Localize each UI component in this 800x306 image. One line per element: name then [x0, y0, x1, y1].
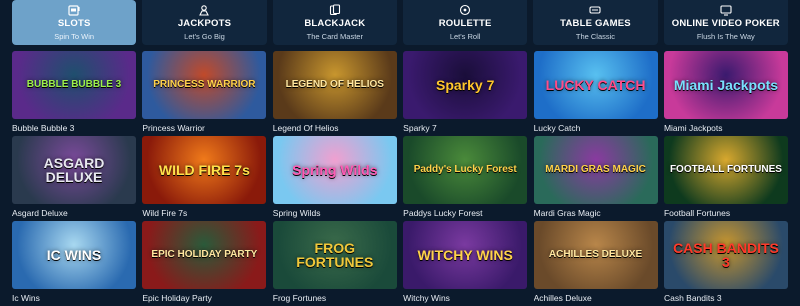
- game-logo: WITCHY WINS: [417, 247, 513, 263]
- game-thumbnail[interactable]: IC WINS: [12, 221, 136, 289]
- tab-subtitle: Flush Is The Way: [696, 32, 755, 41]
- game-card-frog-fortunes[interactable]: FROG FORTUNES Frog Fortunes: [272, 221, 397, 306]
- game-title: Bubble Bubble 3: [12, 123, 75, 133]
- game-card-football-fortunes[interactable]: FOOTBALL FORTUNES Football Fortunes: [663, 136, 788, 221]
- tab-label: Online Video Poker: [671, 18, 780, 29]
- game-logo: BUBBLE BUBBLE 3: [26, 79, 122, 90]
- game-logo: CASH BANDITS 3: [673, 240, 779, 270]
- table-icon: [589, 3, 602, 16]
- category-tabs: Slots Spin To Win Jackpots Let's Go Big Blac…: [12, 0, 788, 45]
- tab-label: Table Games: [560, 18, 631, 29]
- game-thumbnail[interactable]: WILD FIRE 7s: [142, 136, 267, 204]
- game-logo: Miami Jackpots: [673, 77, 779, 93]
- tab-roulette[interactable]: Roulette Let's Roll: [402, 0, 528, 45]
- game-card-epic-holiday-party[interactable]: EPIC HOLIDAY PARTY Epic Holiday Party: [142, 221, 267, 306]
- game-title: Lucky Catch: [533, 123, 581, 133]
- tab-subtitle: Spin To Win: [54, 32, 95, 41]
- game-card-miami-jackpots[interactable]: Miami Jackpots Miami Jackpots: [663, 51, 788, 136]
- roulette-icon: [459, 3, 472, 16]
- tab-jackpots[interactable]: Jackpots Let's Go Big: [142, 0, 267, 45]
- jackpot-icon: [198, 3, 211, 16]
- game-title: Ic Wins: [12, 293, 40, 303]
- game-logo: Paddy's Lucky Forest: [413, 164, 517, 175]
- game-logo: PRINCESS WARRIOR: [153, 79, 256, 90]
- game-logo: Spring Wilds: [292, 162, 378, 178]
- game-logo: ASGARD DELUXE: [43, 155, 105, 185]
- game-title: Miami Jackpots: [663, 123, 723, 133]
- game-thumbnail[interactable]: CASH BANDITS 3: [663, 221, 788, 289]
- game-title: Mardi Gras Magic: [533, 208, 601, 218]
- game-card-cash-bandits-3[interactable]: CASH BANDITS 3 Cash Bandits 3: [663, 221, 788, 306]
- game-logo: LUCKY CATCH: [545, 77, 646, 93]
- game-thumbnail[interactable]: FROG FORTUNES: [272, 221, 397, 289]
- game-title: Princess Warrior: [142, 123, 205, 133]
- game-thumbnail[interactable]: MARDI GRAS MAGIC: [533, 136, 658, 204]
- game-thumbnail[interactable]: ASGARD DELUXE: [12, 136, 136, 204]
- tab-blackjack[interactable]: Blackjack The Card Master: [272, 0, 397, 45]
- game-thumbnail[interactable]: LUCKY CATCH: [533, 51, 658, 119]
- tab-table-games[interactable]: Table Games The Classic: [533, 0, 658, 45]
- games-grid: BUBBLE BUBBLE 3 Bubble Bubble 3 PRINCESS W…: [12, 51, 788, 306]
- game-title: Frog Fortunes: [272, 293, 327, 303]
- game-title: Wild Fire 7s: [142, 208, 188, 218]
- game-card-legend-of-helios[interactable]: LEGEND OF HELIOS Legend Of Helios: [272, 51, 397, 136]
- game-thumbnail[interactable]: FOOTBALL FORTUNES: [663, 136, 788, 204]
- game-card-bubble-bubble-3[interactable]: BUBBLE BUBBLE 3 Bubble Bubble 3: [12, 51, 136, 136]
- game-logo: LEGEND OF HELIOS: [285, 79, 384, 90]
- game-title: Achilles Deluxe: [533, 293, 592, 303]
- game-logo: EPIC HOLIDAY PARTY: [151, 249, 258, 260]
- game-thumbnail[interactable]: ACHILLES DELUXE: [533, 221, 658, 289]
- game-logo: IC WINS: [46, 247, 102, 263]
- game-thumbnail[interactable]: EPIC HOLIDAY PARTY: [142, 221, 267, 289]
- game-thumbnail[interactable]: LEGEND OF HELIOS: [272, 51, 397, 119]
- game-card-spring-wilds[interactable]: Spring Wilds Spring Wilds: [272, 136, 397, 221]
- game-card-wild-fire-7s[interactable]: WILD FIRE 7s Wild Fire 7s: [142, 136, 267, 221]
- game-card-ic-wins[interactable]: IC WINS Ic Wins: [12, 221, 136, 306]
- game-logo: MARDI GRAS MAGIC: [545, 164, 646, 175]
- game-thumbnail[interactable]: Miami Jackpots: [663, 51, 788, 119]
- slot-machine-icon: [68, 3, 81, 16]
- game-logo: FOOTBALL FORTUNES: [669, 164, 782, 175]
- tab-label: Jackpots: [177, 18, 232, 29]
- game-logo: Sparky 7: [435, 77, 495, 93]
- game-thumbnail[interactable]: Paddy's Lucky Forest: [403, 136, 528, 204]
- game-logo: FROG FORTUNES: [296, 240, 374, 270]
- games-lobby: Slots Spin To Win Jackpots Let's Go Big Blac…: [0, 0, 800, 306]
- game-title: Sparky 7: [403, 123, 437, 133]
- game-card-achilles-deluxe[interactable]: ACHILLES DELUXE Achilles Deluxe: [533, 221, 658, 306]
- tab-subtitle: The Classic: [575, 32, 616, 41]
- poker-icon: [719, 3, 732, 16]
- tab-slots[interactable]: Slots Spin To Win: [12, 0, 137, 45]
- game-card-paddys-lucky-forest[interactable]: Paddy's Lucky Forest Paddys Lucky Forest: [403, 136, 528, 221]
- game-card-mardi-gras-magic[interactable]: MARDI GRAS MAGIC Mardi Gras Magic: [533, 136, 658, 221]
- game-title: Cash Bandits 3: [663, 293, 722, 303]
- game-logo: WILD FIRE 7s: [158, 162, 250, 178]
- tab-subtitle: Let's Roll: [449, 32, 481, 41]
- tab-subtitle: The Card Master: [306, 32, 363, 41]
- game-logo: ACHILLES DELUXE: [548, 249, 643, 260]
- game-title: Witchy Wins: [403, 293, 450, 303]
- cards-icon: [328, 3, 341, 16]
- game-card-lucky-catch[interactable]: LUCKY CATCH Lucky Catch: [533, 51, 658, 136]
- game-title: Football Fortunes: [663, 208, 731, 218]
- game-card-witchy-wins[interactable]: WITCHY WINS Witchy Wins: [403, 221, 528, 306]
- tab-online-video-poker[interactable]: Online Video Poker Flush Is The Way: [663, 0, 788, 45]
- game-thumbnail[interactable]: WITCHY WINS: [403, 221, 528, 289]
- game-thumbnail[interactable]: BUBBLE BUBBLE 3: [12, 51, 136, 119]
- tab-label: Slots: [57, 18, 91, 29]
- game-title: Epic Holiday Party: [142, 293, 212, 303]
- game-card-princess-warrior[interactable]: PRINCESS WARRIOR Princess Warrior: [142, 51, 267, 136]
- tab-label: Blackjack: [304, 18, 366, 29]
- game-card-sparky-7[interactable]: Sparky 7 Sparky 7: [403, 51, 528, 136]
- game-title: Asgard Deluxe: [12, 208, 68, 218]
- tab-label: Roulette: [438, 18, 492, 29]
- game-card-asgard-deluxe[interactable]: ASGARD DELUXE Asgard Deluxe: [12, 136, 136, 221]
- game-title: Legend Of Helios: [272, 123, 339, 133]
- game-title: Paddys Lucky Forest: [403, 208, 483, 218]
- game-thumbnail[interactable]: Sparky 7: [403, 51, 528, 119]
- tab-subtitle: Let's Go Big: [184, 32, 225, 41]
- game-thumbnail[interactable]: Spring Wilds: [272, 136, 397, 204]
- game-title: Spring Wilds: [272, 208, 321, 218]
- game-thumbnail[interactable]: PRINCESS WARRIOR: [142, 51, 267, 119]
